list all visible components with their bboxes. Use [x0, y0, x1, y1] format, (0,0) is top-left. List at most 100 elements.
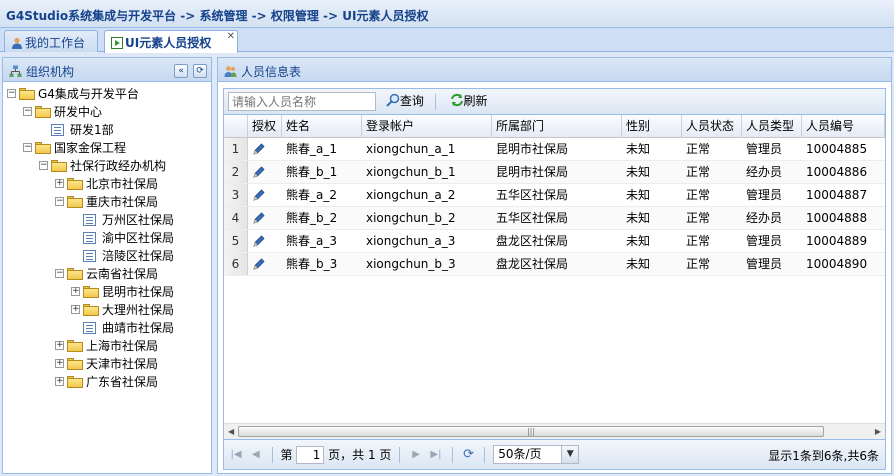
column-header[interactable]: 所属部门: [492, 115, 622, 138]
tree-node[interactable]: + 广东省社保局: [3, 373, 211, 391]
tree-node[interactable]: 曲靖市社保局: [3, 319, 211, 337]
tree-node[interactable]: 渝中区社保局: [3, 229, 211, 247]
folder-icon: [35, 142, 51, 154]
pager-separator: [271, 446, 273, 463]
tree-node[interactable]: 研发1部: [3, 121, 211, 139]
toolbar-separator: [434, 93, 436, 110]
last-page-icon[interactable]: ▶|: [428, 447, 444, 463]
authorize-cell[interactable]: [248, 184, 282, 206]
table-cell: 五华区社保局: [496, 211, 569, 225]
table-cell: 熊春_b_2: [286, 211, 338, 225]
pencil-icon[interactable]: [252, 142, 266, 156]
document-icon: [51, 124, 64, 136]
refresh-button[interactable]: 刷新: [447, 92, 491, 111]
refresh-icon[interactable]: ⟳: [461, 447, 477, 463]
table-row[interactable]: 2 熊春_b_1 xiongchun_b_1 昆明市社保局 未知 正常 经办员 1000488…: [224, 161, 885, 184]
table-cell: 熊春_b_3: [286, 257, 338, 271]
column-header[interactable]: 人员状态: [682, 115, 742, 138]
table-cell: 盘龙区社保局: [496, 234, 569, 248]
tree-node[interactable]: − 社保行政经办机构: [3, 157, 211, 175]
expand-icon[interactable]: +: [71, 305, 80, 314]
scroll-left-icon[interactable]: ◀: [228, 427, 234, 436]
expand-icon[interactable]: +: [55, 179, 64, 188]
collapse-icon[interactable]: −: [55, 269, 64, 278]
authorize-cell[interactable]: [248, 207, 282, 229]
tree-node[interactable]: − 云南省社保局: [3, 265, 211, 283]
tree-node[interactable]: + 上海市社保局: [3, 337, 211, 355]
tree-node[interactable]: + 大理州社保局: [3, 301, 211, 319]
table-cell: 熊春_a_1: [286, 142, 337, 156]
next-page-icon[interactable]: ▶: [408, 447, 424, 463]
pencil-icon[interactable]: [252, 211, 266, 225]
tree-node[interactable]: 万州区社保局: [3, 211, 211, 229]
page-number-input[interactable]: [296, 445, 325, 464]
tree-node[interactable]: − 国家金保工程: [3, 139, 211, 157]
chevron-down-icon[interactable]: ▼: [561, 446, 579, 463]
prev-page-icon[interactable]: ◀: [248, 447, 264, 463]
table-row[interactable]: 6 熊春_b_3 xiongchun_b_3 盘龙区社保局 未知 正常 管理员 1000489…: [224, 253, 885, 276]
tree-node[interactable]: + 天津市社保局: [3, 355, 211, 373]
column-header[interactable]: 性别: [622, 115, 682, 138]
close-icon[interactable]: ✕: [227, 31, 235, 42]
folder-icon: [67, 340, 83, 352]
authorize-cell[interactable]: [248, 161, 282, 183]
column-header[interactable]: 登录帐户: [362, 115, 492, 138]
table-cell: 未知: [626, 165, 651, 179]
column-header[interactable]: 人员编号: [802, 115, 885, 138]
table-row[interactable]: 3 熊春_a_2 xiongchun_a_2 五华区社保局 未知 正常 管理员 1000488…: [224, 184, 885, 207]
tree-node[interactable]: 涪陵区社保局: [3, 247, 211, 265]
scrollbar-thumb[interactable]: |||: [238, 426, 824, 437]
pencil-icon[interactable]: [252, 188, 266, 202]
tab-label: UI元素人员授权: [125, 36, 212, 50]
refresh-icon[interactable]: ⟳: [193, 64, 207, 78]
tree-node[interactable]: − G4集成与开发平台: [3, 85, 211, 103]
expand-icon[interactable]: +: [55, 359, 64, 368]
column-header[interactable]: 姓名: [282, 115, 362, 138]
pager-separator: [451, 446, 453, 463]
scroll-right-icon[interactable]: ▶: [875, 427, 881, 436]
table-row[interactable]: 4 熊春_b_2 xiongchun_b_2 五华区社保局 未知 正常 经办员 1000488…: [224, 207, 885, 230]
tree-node[interactable]: − 研发中心: [3, 103, 211, 121]
pencil-icon[interactable]: [252, 257, 266, 271]
tab-ui-element-auth[interactable]: UI元素人员授权 ✕: [104, 30, 238, 53]
tree-node-label: 涪陵区社保局: [102, 249, 175, 263]
collapse-icon[interactable]: «: [174, 64, 189, 78]
expand-icon[interactable]: +: [71, 287, 80, 296]
tree-node[interactable]: + 昆明市社保局: [3, 283, 211, 301]
authorize-cell[interactable]: [248, 138, 282, 160]
first-page-icon[interactable]: |◀: [228, 447, 244, 463]
collapse-icon[interactable]: −: [23, 143, 32, 152]
column-header[interactable]: 授权: [248, 115, 282, 138]
pager-separator: [399, 446, 401, 463]
table-cell: 未知: [626, 211, 651, 225]
table-cell: 10004890: [806, 257, 868, 271]
tab-my-workbench[interactable]: 我的工作台: [4, 30, 98, 52]
collapse-icon[interactable]: −: [55, 197, 64, 206]
authorize-cell[interactable]: [248, 253, 282, 275]
collapse-icon[interactable]: −: [23, 107, 32, 116]
play-icon: [111, 37, 123, 49]
tree-node[interactable]: + 北京市社保局: [3, 175, 211, 193]
collapse-icon[interactable]: −: [7, 89, 16, 98]
query-label: 查询: [399, 94, 424, 108]
tree-node-label: 研发1部: [70, 123, 114, 137]
authorize-cell[interactable]: [248, 230, 282, 252]
horizontal-scrollbar[interactable]: ◀ ||| ▶: [224, 423, 885, 439]
tree-node-label: G4集成与开发平台: [38, 87, 139, 101]
search-input[interactable]: [228, 92, 376, 111]
row-number: 3: [224, 184, 248, 206]
table-row[interactable]: 5 熊春_a_3 xiongchun_a_3 盘龙区社保局 未知 正常 管理员 1000488…: [224, 230, 885, 253]
table-cell: 熊春_a_2: [286, 188, 337, 202]
table-row[interactable]: 1 熊春_a_1 xiongchun_a_1 昆明市社保局 未知 正常 管理员 1000488…: [224, 138, 885, 161]
collapse-icon[interactable]: −: [39, 161, 48, 170]
column-header[interactable]: 人员类型: [742, 115, 802, 138]
page-size-select[interactable]: 50条/页 ▼: [493, 445, 580, 464]
pencil-icon[interactable]: [252, 165, 266, 179]
tree-node[interactable]: − 重庆市社保局: [3, 193, 211, 211]
pencil-icon[interactable]: [252, 234, 266, 248]
query-button[interactable]: 查询: [383, 92, 427, 111]
expand-icon[interactable]: +: [55, 377, 64, 386]
expand-icon[interactable]: +: [55, 341, 64, 350]
row-number: 5: [224, 230, 248, 252]
folder-icon: [67, 196, 83, 208]
